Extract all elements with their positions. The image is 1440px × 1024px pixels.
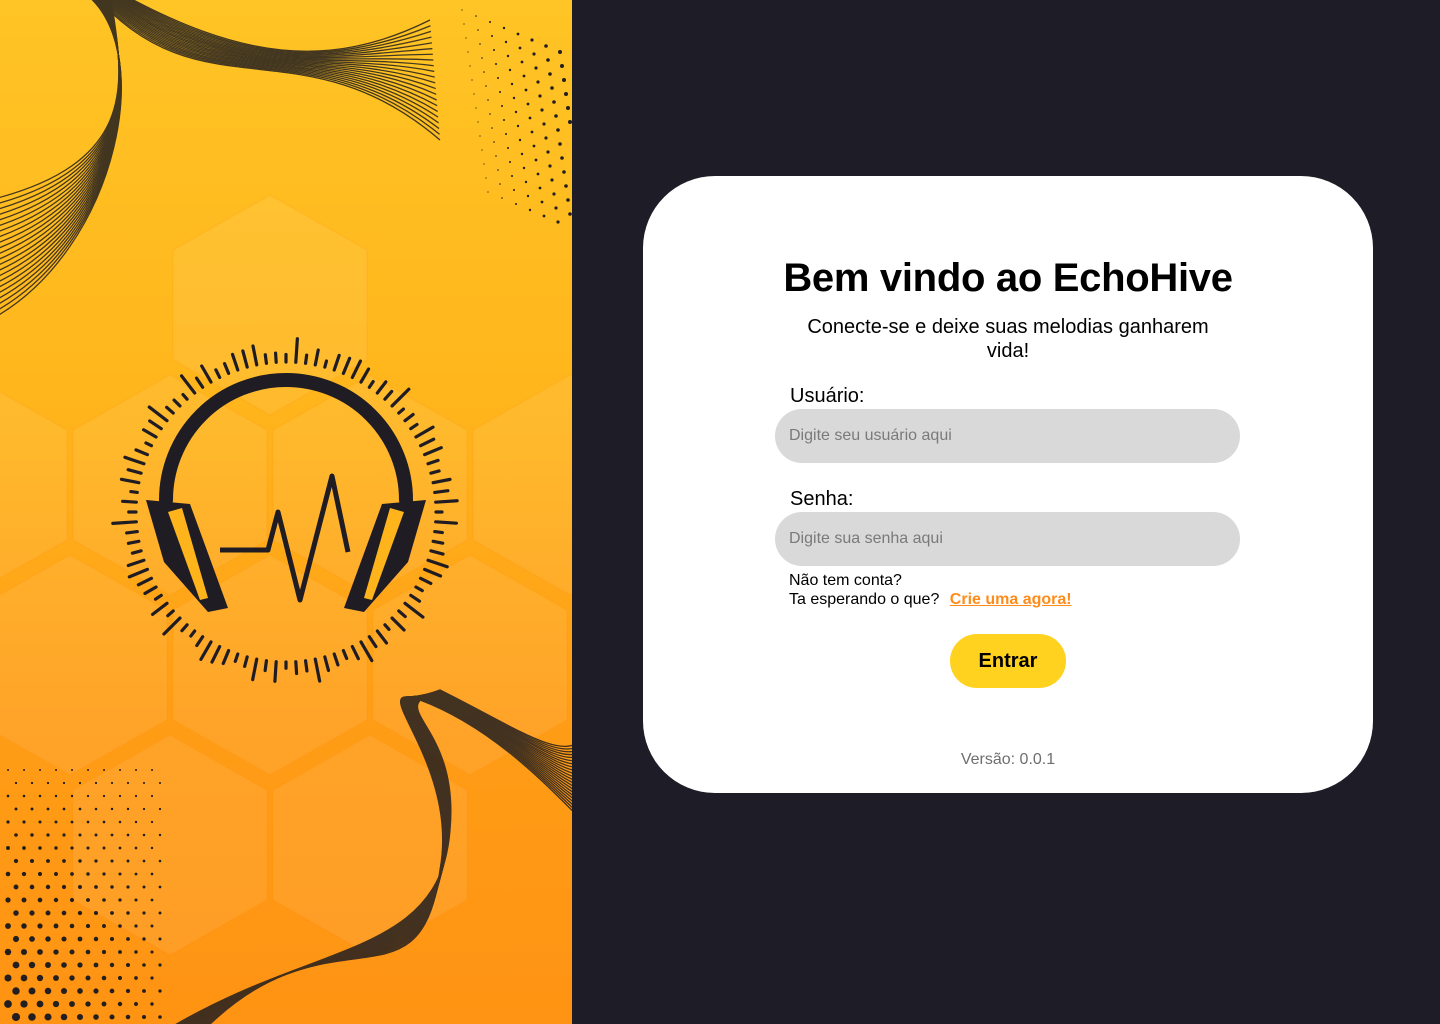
password-label: Senha: bbox=[790, 488, 854, 510]
hexagon-pattern bbox=[0, 193, 572, 957]
create-account-link[interactable]: Crie uma agora! bbox=[950, 591, 1072, 608]
login-card: Bem vindo ao EchoHive Conecte-se e deixe… bbox=[643, 176, 1373, 793]
username-label: Usuário: bbox=[790, 385, 865, 407]
waiting-text: Ta esperando o que? bbox=[789, 591, 940, 608]
halftone-dots-top bbox=[461, 9, 572, 224]
signup-prompt: Não tem conta? Ta esperando o que? Crie … bbox=[789, 571, 1072, 609]
page-title: Bem vindo ao EchoHive bbox=[783, 256, 1233, 300]
background-art bbox=[0, 0, 572, 1024]
login-button[interactable]: Entrar bbox=[950, 634, 1066, 688]
branding-panel bbox=[0, 0, 572, 1024]
password-input[interactable] bbox=[775, 512, 1240, 566]
version-text: Versão: 0.0.1 bbox=[960, 751, 1056, 768]
no-account-text: Não tem conta? bbox=[789, 572, 902, 589]
username-input[interactable] bbox=[775, 409, 1240, 463]
page-subtitle: Conecte-se e deixe suas melodias ganhare… bbox=[807, 316, 1209, 362]
